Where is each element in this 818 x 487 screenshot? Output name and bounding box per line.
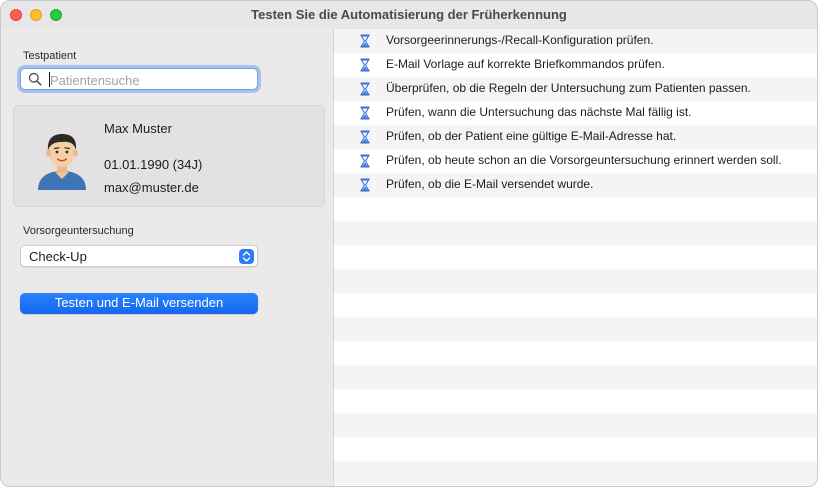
patient-label: Testpatient — [23, 50, 77, 62]
window-title: Testen Sie die Automatisierung der Frühe… — [251, 7, 567, 22]
minimize-window-button[interactable] — [30, 9, 42, 21]
search-icon — [28, 72, 42, 86]
check-label: Vorsorgeerinnerungs-/Recall-Konfiguratio… — [386, 33, 654, 47]
check-label: E-Mail Vorlage auf korrekte Briefkommand… — [386, 57, 665, 71]
check-row: Prüfen, ob heute schon an die Vorsorgeun… — [334, 149, 817, 173]
test-and-send-button[interactable]: Testen und E-Mail versenden — [20, 293, 258, 314]
hourglass-icon — [360, 58, 370, 72]
empty-row — [334, 197, 817, 221]
empty-row — [334, 389, 817, 413]
check-label: Prüfen, ob die E-Mail versendet wurde. — [386, 177, 594, 191]
empty-row — [334, 245, 817, 269]
hourglass-icon — [360, 178, 370, 192]
hourglass-icon — [360, 82, 370, 96]
empty-row — [334, 269, 817, 293]
check-row: Vorsorgeerinnerungs-/Recall-Konfiguratio… — [334, 29, 817, 53]
app-window: Testen Sie die Automatisierung der Frühe… — [0, 0, 818, 487]
hourglass-icon — [360, 130, 370, 144]
exam-select[interactable]: Check-Up — [20, 245, 258, 267]
close-window-button[interactable] — [10, 9, 22, 21]
exam-select-value: Check-Up — [29, 249, 87, 264]
patient-name: Max Muster — [104, 121, 172, 136]
empty-row — [334, 437, 817, 461]
check-list: Vorsorgeerinnerungs-/Recall-Konfiguratio… — [334, 29, 817, 486]
patient-avatar — [38, 134, 86, 190]
updown-chevron-icon[interactable] — [239, 249, 254, 264]
empty-row — [334, 461, 817, 485]
patient-card: Max Muster 01.01.1990 (34J) max@muster.d… — [13, 105, 325, 207]
patient-email: max@muster.de — [104, 180, 199, 195]
check-row: Überprüfen, ob die Regeln der Untersuchu… — [334, 77, 817, 101]
check-label: Prüfen, ob der Patient eine gültige E-Ma… — [386, 129, 677, 143]
empty-row — [334, 317, 817, 341]
check-label: Prüfen, wann die Untersuchung das nächst… — [386, 105, 692, 119]
hourglass-icon — [360, 106, 370, 120]
zoom-window-button[interactable] — [50, 9, 62, 21]
check-row: Prüfen, ob die E-Mail versendet wurde. — [334, 173, 817, 197]
hourglass-icon — [360, 34, 370, 48]
check-row: Prüfen, ob der Patient eine gültige E-Ma… — [334, 125, 817, 149]
check-label: Prüfen, ob heute schon an die Vorsorgeun… — [386, 153, 782, 167]
search-placeholder: Patientensuche — [50, 73, 140, 88]
check-label: Überprüfen, ob die Regeln der Untersuchu… — [386, 81, 751, 95]
empty-row — [334, 341, 817, 365]
patient-birthdate: 01.01.1990 (34J) — [104, 157, 203, 172]
empty-row — [334, 293, 817, 317]
empty-row — [334, 365, 817, 389]
sidebar: Testpatient Patientensuche Max Muster 01… — [1, 29, 333, 486]
hourglass-icon — [360, 154, 370, 168]
empty-row — [334, 221, 817, 245]
patient-search-field[interactable]: Patientensuche — [20, 68, 258, 90]
empty-row — [334, 413, 817, 437]
exam-label: Vorsorgeuntersuchung — [23, 225, 134, 237]
check-row: E-Mail Vorlage auf korrekte Briefkommand… — [334, 53, 817, 77]
check-row: Prüfen, wann die Untersuchung das nächst… — [334, 101, 817, 125]
titlebar: Testen Sie die Automatisierung der Frühe… — [1, 1, 817, 29]
